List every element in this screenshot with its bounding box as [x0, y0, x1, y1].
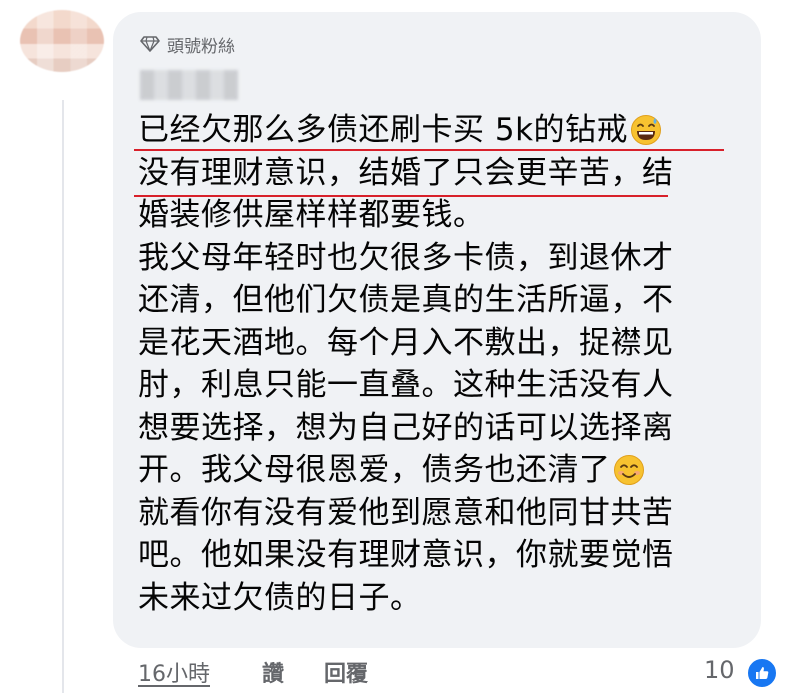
comment-line: 就看你有没有爱他到愿意和他同甘共苦 — [138, 492, 758, 535]
comment-line: 婚装修供屋样样都要钱。 — [138, 194, 758, 237]
comment-line: 没有理财意识，结婚了只会更辛苦，结 — [138, 152, 758, 195]
comment-line: 未来过欠债的日子。 — [138, 577, 758, 620]
smiling-face-emoji — [613, 455, 644, 486]
comment-line: 想要选择，想为自己好的话可以选择离 — [138, 407, 758, 450]
grinning-sweat-emoji — [631, 115, 662, 146]
thread-line — [62, 100, 64, 693]
comment-line: 是花天酒地。每个月入不敷出，捉襟见 — [138, 322, 758, 365]
comment-text: 已经欠那么多债还刷卡买 5k的钻戒 没有理财意识，结婚了只会更辛苦，结 婚装修供… — [138, 109, 758, 619]
diamond-icon — [140, 36, 160, 52]
comment-line-text: 我父母年轻时也欠很多卡债，到退休才 — [138, 239, 674, 276]
comment-line-text: 吧。他如果没有理财意识，你就要觉悟 — [138, 537, 674, 573]
thumbs-up-icon[interactable] — [746, 657, 778, 689]
comment-line: 我父母年轻时也欠很多卡债，到退休才 — [138, 237, 758, 280]
comment-line: 开。我父母很恩爱，债务也还清了 — [138, 449, 758, 492]
reply-button[interactable]: 回覆 — [324, 656, 368, 688]
timestamp-link[interactable]: 16小時 — [138, 656, 210, 688]
comment-line: 吧。他如果没有理财意识，你就要觉悟 — [138, 534, 758, 577]
comment-line-text: 想要选择，想为自己好的话可以选择离 — [138, 409, 674, 446]
highlight-underline — [134, 149, 724, 151]
top-fan-badge: 頭號粉絲 — [140, 31, 235, 57]
comment-line: 还清，但他们欠债是真的生活所逼，不 — [138, 279, 758, 322]
comment-line-text: 没有理财意识，结婚了只会更辛苦，结 — [138, 154, 674, 191]
comment-line: 已经欠那么多债还刷卡买 5k的钻戒 — [138, 109, 758, 152]
comment-line-text: 开。我父母很恩爱，债务也还清了 — [138, 452, 611, 488]
comment-line-text: 婚装修供屋样样都要钱。 — [138, 197, 485, 233]
comment-line-text: 是花天酒地。每个月入不敷出，捉襟见 — [138, 324, 674, 361]
comment-line-text: 已经欠那么多债还刷卡买 5k的钻戒 — [138, 112, 629, 148]
comment-line-text: 还清，但他们欠债是真的生活所逼，不 — [138, 282, 674, 318]
highlight-underline — [134, 195, 668, 197]
comment-line: 肘，利息只能一直叠。这种生活没有人 — [138, 364, 758, 407]
comment-line-text: 未来过欠债的日子。 — [138, 579, 422, 616]
comment-line-text: 肘，利息只能一直叠。这种生活没有人 — [138, 367, 674, 403]
reaction-count[interactable]: 10 — [704, 656, 735, 684]
comment-line-text: 就看你有没有爱他到愿意和他同甘共苦 — [138, 494, 674, 531]
comment-actions: 16小時 讚 回覆 — [138, 656, 778, 688]
avatar[interactable] — [20, 10, 104, 72]
like-button[interactable]: 讚 — [262, 656, 284, 688]
thumbs-up-glyph — [756, 667, 769, 679]
badge-label: 頭號粉絲 — [167, 36, 235, 57]
commenter-name[interactable] — [140, 70, 238, 100]
